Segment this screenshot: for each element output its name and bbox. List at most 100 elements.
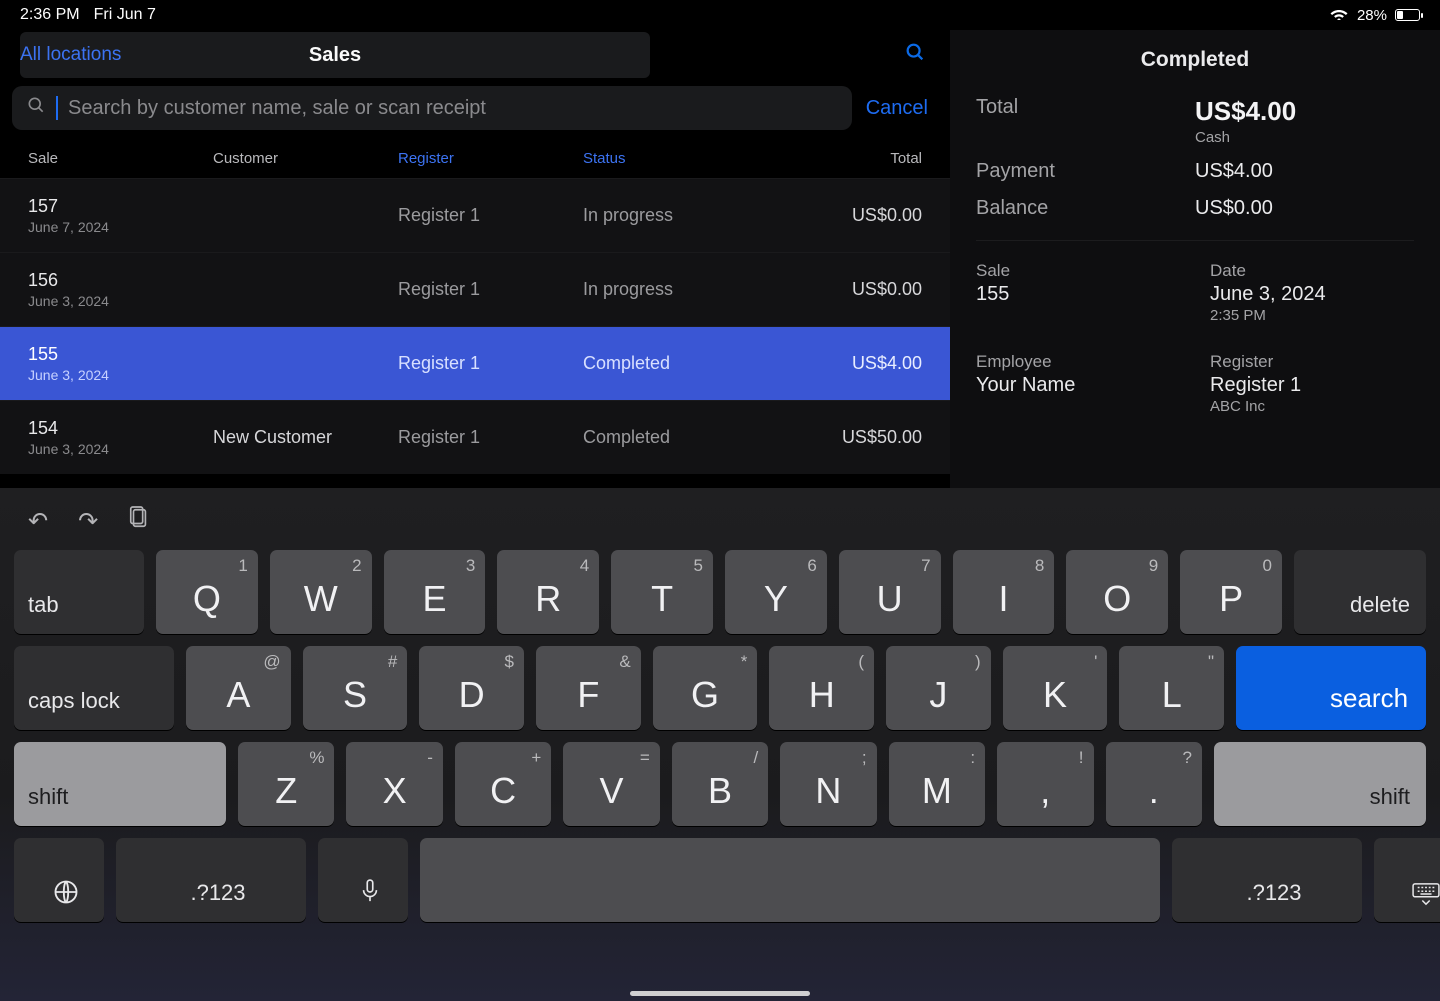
key-caps-lock[interactable]: caps lock [14,646,174,730]
sale-label: Sale [976,261,1180,281]
status-time: 2:36 PM [20,6,80,24]
battery-percent: 28% [1357,7,1387,24]
key-hint: ) [975,652,981,672]
detail-pane: Completed Total US$4.00 Cash Payment US$… [950,30,1440,488]
key-punct[interactable]: ?. [1106,742,1202,826]
key-dismiss-keyboard[interactable] [1374,838,1440,922]
key-u[interactable]: 7U [839,550,941,634]
row-total: US$50.00 [768,427,922,448]
search-input[interactable] [68,97,838,120]
key-v[interactable]: =V [563,742,659,826]
key-g[interactable]: *G [653,646,758,730]
key-x[interactable]: -X [346,742,442,826]
page-title: Sales [309,44,361,67]
key-j[interactable]: )J [886,646,991,730]
col-header-register[interactable]: Register [398,150,583,167]
keyboard-toolbar: ↶ ↷ [14,498,1426,550]
table-row[interactable]: 157June 7, 2024Register 1In progressUS$0… [0,178,950,252]
redo-icon[interactable]: ↷ [78,507,98,536]
key-r[interactable]: 4R [497,550,599,634]
register-label: Register [1210,352,1414,372]
key-d[interactable]: $D [419,646,524,730]
key-hint: & [619,652,630,672]
clipboard-icon[interactable] [128,506,150,537]
table-row[interactable]: 156June 3, 2024Register 1In progressUS$0… [0,252,950,326]
key-delete[interactable]: delete [1294,550,1426,634]
key-space[interactable] [420,838,1160,922]
key-hint: : [970,748,975,768]
key-p[interactable]: 0P [1180,550,1282,634]
key-symbols-right[interactable]: .?123 [1172,838,1362,922]
key-b[interactable]: /B [672,742,768,826]
key-m[interactable]: :M [889,742,985,826]
key-q[interactable]: 1Q [156,550,258,634]
key-h[interactable]: (H [769,646,874,730]
search-icon[interactable] [904,41,926,69]
key-hint: ! [1079,748,1084,768]
key-hint: 5 [694,556,703,576]
row-sale-id: 157 [28,196,213,217]
table-row[interactable]: 155June 3, 2024Register 1CompletedUS$4.0… [0,326,950,400]
balance-label: Balance [976,197,1195,220]
key-w[interactable]: 2W [270,550,372,634]
employee-label: Employee [976,352,1180,372]
key-hint: 1 [238,556,247,576]
row-register: Register 1 [398,427,583,448]
row-status: Completed [583,353,768,374]
row-sale-id: 155 [28,344,213,365]
key-y[interactable]: 6Y [725,550,827,634]
key-symbols-left[interactable]: .?123 [116,838,306,922]
key-tab[interactable]: tab [14,550,144,634]
register-value: Register 1 [1210,374,1414,397]
key-globe[interactable] [14,838,104,922]
key-hint: 9 [1149,556,1158,576]
key-z[interactable]: %Z [238,742,334,826]
date-time: 2:35 PM [1210,307,1414,324]
status-bar: 2:36 PM Fri Jun 7 28% [0,0,1440,30]
home-indicator [630,991,810,996]
key-hint: ; [862,748,867,768]
key-hint: ? [1182,748,1191,768]
row-register: Register 1 [398,205,583,226]
undo-icon[interactable]: ↶ [28,507,48,536]
cancel-button[interactable]: Cancel [866,97,938,120]
register-sub: ABC Inc [1210,398,1414,415]
key-a[interactable]: @A [186,646,291,730]
col-header-status[interactable]: Status [583,150,768,167]
key-hint: " [1208,652,1214,672]
key-hint: 8 [1035,556,1044,576]
key-hint: ( [858,652,864,672]
all-locations-link[interactable]: All locations [20,44,121,66]
key-f[interactable]: &F [536,646,641,730]
key-shift-right[interactable]: shift [1214,742,1426,826]
table-row[interactable]: 154June 3, 2024New CustomerRegister 1Com… [0,400,950,474]
text-caret [56,96,58,120]
key-mic[interactable] [318,838,408,922]
key-s[interactable]: #S [303,646,408,730]
key-n[interactable]: ;N [780,742,876,826]
key-k[interactable]: 'K [1003,646,1108,730]
keyboard: ↶ ↷ tab 1Q2W3E4R5T6Y7U8I9O0Pdelete caps … [0,488,1440,1001]
key-c[interactable]: +C [455,742,551,826]
status-date: Fri Jun 7 [94,6,156,24]
key-l[interactable]: "L [1119,646,1224,730]
key-hint: 6 [807,556,816,576]
key-e[interactable]: 3E [384,550,486,634]
search-field[interactable] [12,86,852,130]
key-hint: = [640,748,650,768]
key-hint: 4 [580,556,589,576]
date-label: Date [1210,261,1414,281]
date-value: June 3, 2024 [1210,283,1414,306]
row-sale-date: June 3, 2024 [28,367,213,383]
balance-value: US$0.00 [1195,197,1414,220]
key-search[interactable]: search [1236,646,1426,730]
row-total: US$0.00 [768,205,922,226]
employee-value: Your Name [976,374,1180,397]
key-o[interactable]: 9O [1066,550,1168,634]
key-i[interactable]: 8I [953,550,1055,634]
key-t[interactable]: 5T [611,550,713,634]
key-punct[interactable]: !, [997,742,1093,826]
key-hint: 0 [1263,556,1272,576]
detail-title: Completed [976,30,1414,96]
key-shift-left[interactable]: shift [14,742,226,826]
